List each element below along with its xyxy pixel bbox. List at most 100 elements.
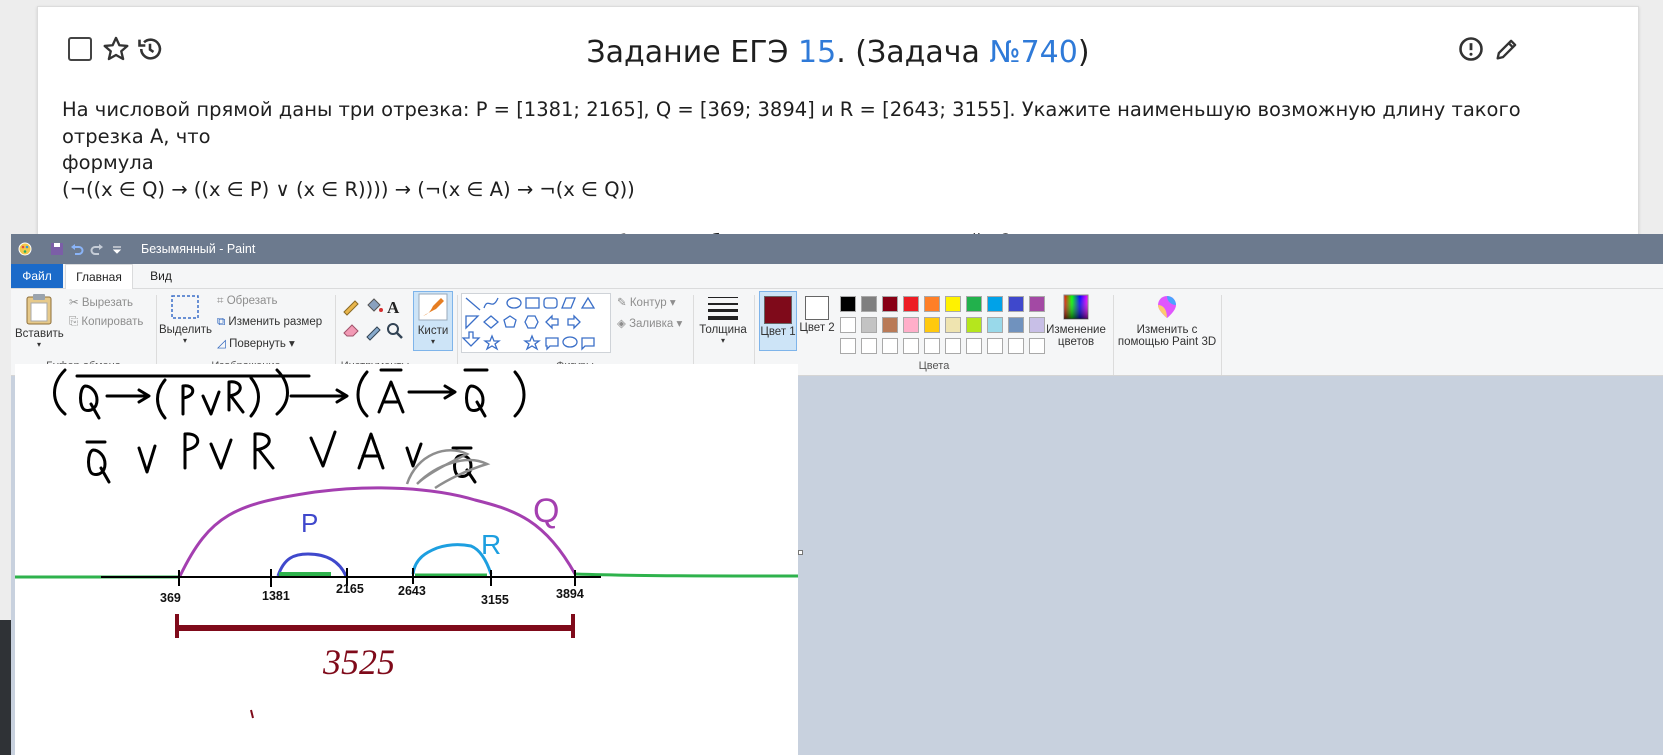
tab-file[interactable]: Файл [11,264,63,288]
palette-swatch[interactable] [966,296,982,312]
outline-label: Контур [629,297,667,309]
cut-label: Вырезать [81,297,133,309]
outline-icon: ✎ [617,297,627,309]
paint3d-button[interactable]: Изменить с помощью Paint 3D [1117,293,1217,348]
palette-swatch[interactable] [1008,317,1024,333]
palette-swatch[interactable] [840,317,856,333]
palette-swatch[interactable] [987,317,1003,333]
select-label: Выделить [159,324,213,336]
edit-colors-button[interactable]: Изменение цветов [1043,293,1109,348]
title-suffix: ) [1077,35,1090,70]
group-separator [1113,295,1114,375]
shapes-gallery[interactable] [461,293,611,353]
palette-swatch[interactable] [924,317,940,333]
paint3d-label: Изменить с помощью Paint 3D [1117,324,1217,348]
brushes-button[interactable]: Кисти ▾ [413,291,453,351]
redo-icon[interactable] [89,241,105,257]
tools-grid: A [343,298,403,341]
fill-label: Заливка [629,318,674,330]
rotate-button[interactable]: ◿ Повернуть ▾ [217,336,295,350]
report-icon[interactable] [1457,35,1485,63]
undo-icon[interactable] [69,241,85,257]
edit-colors-label: Изменение цветов [1046,324,1106,348]
palette-swatch[interactable] [840,296,856,312]
formula: (¬((x ∈ Q) → ((x ∈ P) ∨ (x ∈ R)))) → (¬(… [62,177,635,201]
copy-icon: ⎘ [69,316,79,328]
window-title: Безымянный - Paint [141,242,256,256]
rotate-icon: ◿ [217,338,226,350]
select-icon [171,295,199,319]
crop-icon: ⌗ [217,295,224,307]
ribbon: Вставить ▾ ✂ Вырезать ⎘ Копировать Буфер… [11,289,1663,376]
drawing-surface[interactable]: Q P R 369 1381 2165 2643 3155 3894 3525 [15,364,798,755]
crop-button[interactable]: ⌗ Обрезать [217,295,277,308]
tick-label: 369 [160,591,181,605]
task-number-link[interactable]: 15 [798,35,836,70]
palette-swatch[interactable] [1008,338,1024,354]
palette-swatch[interactable] [861,338,877,354]
palette-swatch[interactable] [882,317,898,333]
color1-button[interactable]: Цвет 1 [759,291,797,351]
edit-icon[interactable] [1493,35,1521,63]
title-middle: . (Задача [836,35,990,70]
palette-swatch[interactable] [903,296,919,312]
resize-button[interactable]: ⧉ Изменить размер [217,316,322,329]
paint3d-icon [1158,296,1176,318]
q-label: Q [533,492,559,530]
palette-swatch[interactable] [945,296,961,312]
fill-bucket-icon: ◈ [617,318,626,330]
group-label: Цвета [918,360,950,372]
outline-button[interactable]: ✎ Контур ▾ [617,295,676,309]
resize-icon: ⧉ [217,316,226,328]
palette-swatch[interactable] [903,317,919,333]
resize-label: Изменить размер [228,316,323,328]
paste-label: Вставить [15,328,64,340]
palette-swatch[interactable] [987,338,1003,354]
p-label: P [301,508,318,538]
paint-app-icon[interactable] [17,241,33,257]
palette-swatch[interactable] [861,317,877,333]
copy-label: Копировать [81,316,144,328]
palette-swatch[interactable] [903,338,919,354]
palette-swatch[interactable] [882,338,898,354]
palette-swatch[interactable] [1008,296,1024,312]
copy-button[interactable]: ⎘ Копировать [69,316,143,329]
canvas-resize-handle[interactable] [798,550,803,555]
cut-button[interactable]: ✂ Вырезать [69,295,133,309]
palette-swatch[interactable] [966,338,982,354]
palette-swatch[interactable] [861,296,877,312]
length-answer: 3525 [322,642,395,682]
palette-swatch[interactable] [924,296,940,312]
palette-swatch[interactable] [987,296,1003,312]
tab-view[interactable]: Вид [137,264,185,288]
statement-line: На числовой прямой даны три отрезка: P =… [62,98,1521,148]
tick-label: 2643 [398,584,426,598]
color2-swatch [805,296,829,320]
task-card: Задание ЕГЭ 15. (Задача №740) На числово… [37,6,1639,268]
palette-swatch[interactable] [945,338,961,354]
customize-quick-access-icon[interactable] [109,241,125,257]
save-icon[interactable] [49,241,65,257]
stray-mark [250,709,254,719]
tab-home[interactable]: Главная [65,264,133,290]
size-label: Толщина [699,324,747,336]
select-button[interactable]: Выделить ▾ [159,293,213,345]
tick-label: 3155 [481,593,509,607]
color-picker-icon [366,326,381,341]
size-button[interactable]: Толщина ▾ [697,293,749,345]
fill-button[interactable]: ◈ Заливка ▾ [617,316,682,330]
color2-button[interactable]: Цвет 2 [799,291,835,334]
palette-swatch[interactable] [966,317,982,333]
palette-swatch[interactable] [840,338,856,354]
scissors-icon: ✂ [69,297,79,309]
line-thickness-icon [708,297,738,320]
palette-swatch[interactable] [924,338,940,354]
problem-number-link[interactable]: №740 [989,35,1077,70]
color-spectrum-icon [1063,294,1089,320]
palette-swatch[interactable] [882,296,898,312]
palette-swatch[interactable] [945,317,961,333]
drawing-canvas[interactable]: Q P R 369 1381 2165 2643 3155 3894 3525 [15,364,798,755]
paste-button[interactable]: Вставить ▾ [15,293,64,349]
magnifier-icon [387,323,403,339]
group-separator [693,295,694,375]
